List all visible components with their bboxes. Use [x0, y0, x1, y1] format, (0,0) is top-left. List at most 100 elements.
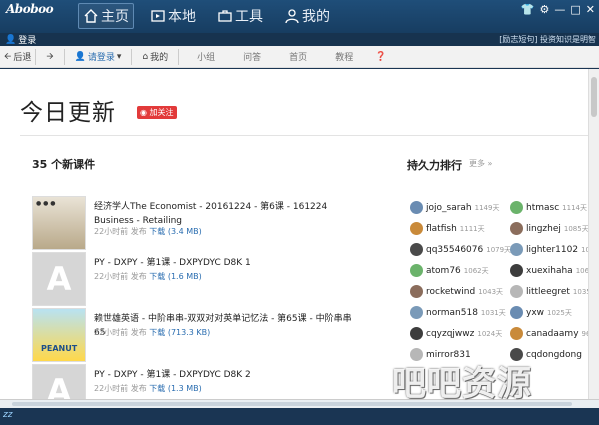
rank-user-name[interactable]: lighter1102	[526, 245, 578, 255]
course-thumbnail[interactable]: PEANUT	[32, 308, 86, 362]
avatar[interactable]	[510, 264, 523, 277]
rank-score: 1043天	[478, 287, 504, 296]
main-content: 今日更新 ◉ 加关注 35 个新课件 ● ● ● 经济学人The Economi…	[0, 69, 588, 399]
gear-icon[interactable]: ⚙	[540, 3, 550, 16]
forward-button[interactable]: 🡪	[36, 49, 63, 65]
course-meta: 22小时前 发布 下载 (713.3 KB)	[94, 327, 210, 338]
tab-local[interactable]: 本地	[146, 3, 200, 29]
avatar[interactable]	[410, 327, 423, 340]
rank-user-name[interactable]: canadaamy	[526, 329, 579, 339]
avatar[interactable]	[510, 285, 523, 298]
download-link[interactable]: 下载	[149, 384, 165, 393]
tab-home-label: 主页	[101, 9, 129, 25]
follow-button[interactable]: ◉ 加关注	[137, 106, 177, 119]
rank-user-name[interactable]: lingzhej	[526, 224, 561, 234]
person-icon: 👤	[74, 51, 86, 62]
rank-user-name[interactable]: rocketwind	[426, 287, 475, 297]
tab-mine[interactable]: 我的	[280, 3, 334, 29]
course-thumbnail[interactable]: A	[32, 364, 86, 399]
avatar[interactable]	[410, 264, 423, 277]
motto-notice[interactable]: [励志短句] 投资知识是明智	[499, 34, 596, 45]
rank-item[interactable]: rocketwind 1043天	[410, 285, 503, 298]
divider	[20, 135, 588, 136]
vertical-scrollbar[interactable]	[588, 69, 599, 399]
rank-more-link[interactable]: 更多 »	[469, 158, 492, 169]
login-dropdown[interactable]: 👤 请登录 ▾	[65, 50, 132, 64]
link-qa[interactable]: 问答	[229, 50, 275, 63]
link-tutorial[interactable]: 教程	[321, 50, 367, 63]
rank-user-name[interactable]: cqdongdong	[526, 350, 582, 360]
avatar[interactable]	[410, 285, 423, 298]
rank-score: 1149天	[474, 203, 500, 212]
download-link[interactable]: 下载	[149, 328, 165, 337]
mine-label: 我的	[150, 53, 169, 63]
rank-user-name[interactable]: flatfish	[426, 224, 457, 234]
rank-item[interactable]: htmasc 1114天	[510, 201, 587, 214]
rank-item[interactable]: flatfish 1111天	[410, 222, 485, 235]
link-groups[interactable]: 小组	[179, 50, 229, 63]
rank-item[interactable]: jojo_sarah 1149天	[410, 201, 499, 214]
status-bar: zz	[0, 408, 599, 425]
scroll-thumb[interactable]	[591, 77, 597, 117]
rank-item[interactable]: cqyzqjwwz 1024天	[410, 327, 502, 340]
rank-item[interactable]: atom76 1062天	[410, 264, 489, 277]
book-cover-art: PEANUT	[41, 344, 78, 353]
rank-user-name[interactable]: atom76	[426, 266, 461, 276]
rank-user-name[interactable]: jojo_sarah	[426, 203, 472, 213]
help-icon[interactable]: ❓	[367, 52, 394, 62]
rank-item[interactable]: yxw 1025天	[510, 306, 572, 319]
avatar[interactable]	[410, 201, 423, 214]
rank-user-name[interactable]: qq35546076	[426, 245, 483, 255]
maximize-icon[interactable]: □	[570, 3, 580, 16]
rank-item[interactable]: qq35546076 1079天	[410, 243, 511, 256]
avatar[interactable]	[510, 201, 523, 214]
rank-item[interactable]: canadaamy969天	[510, 327, 588, 340]
download-link[interactable]: 下载	[149, 272, 165, 281]
rank-score: 1111天	[459, 224, 485, 233]
course-meta: 22小时前 发布 下载 (1.6 MB)	[94, 271, 202, 282]
sleep-icon[interactable]: zz	[3, 410, 12, 420]
course-title[interactable]: PY - DXPY - 第1课 - DXPYDYC D8K 1	[94, 256, 364, 270]
rank-user-name[interactable]: littleegret	[526, 287, 570, 297]
avatar[interactable]	[510, 327, 523, 340]
minimize-icon[interactable]: —	[554, 3, 565, 16]
rank-user-name[interactable]: norman518	[426, 308, 478, 318]
rank-item[interactable]: norman518 1031天	[410, 306, 506, 319]
tab-home[interactable]: 主页	[78, 3, 134, 29]
rank-score: 1062天	[463, 266, 489, 275]
shirt-icon[interactable]: 👕	[521, 3, 535, 16]
rank-user-name[interactable]: yxw	[526, 308, 544, 318]
rank-score: 1079天	[486, 245, 512, 254]
avatar[interactable]	[410, 243, 423, 256]
rank-user-name[interactable]: htmasc	[526, 203, 559, 213]
course-thumbnail[interactable]: ● ● ●	[32, 196, 86, 250]
close-icon[interactable]: ✕	[586, 3, 595, 16]
login-link[interactable]: 👤 登录	[5, 33, 37, 47]
rank-item[interactable]: littleegret1035天	[510, 285, 588, 298]
course-title[interactable]: PY - DXPY - 第1课 - DXPYDYC D8K 2	[94, 368, 364, 382]
mine-button[interactable]: ⌂ 我的	[132, 50, 178, 64]
rank-item[interactable]: lighter11021064天	[510, 243, 588, 256]
rank-item[interactable]: lingzhej 1085天	[510, 222, 588, 235]
page-title: 今日更新	[20, 100, 116, 126]
arrow-left-icon: 🡨	[4, 51, 12, 62]
login-label: 登录	[18, 36, 37, 46]
avatar[interactable]	[510, 243, 523, 256]
course-time: 22小时前 发布	[94, 328, 147, 337]
course-thumbnail[interactable]: A	[32, 252, 86, 306]
course-time: 22小时前 发布	[94, 384, 147, 393]
download-link[interactable]: 下载	[149, 227, 165, 236]
link-home[interactable]: 首页	[275, 50, 321, 63]
rank-user-name[interactable]: xuexihaha	[526, 266, 573, 276]
tab-tools[interactable]: 工具	[213, 3, 267, 29]
media-icon	[151, 10, 165, 22]
avatar[interactable]	[410, 222, 423, 235]
rank-user-name[interactable]: cqyzqjwwz	[426, 329, 474, 339]
course-title[interactable]: 经济学人The Economist - 20161224 - 第6课 - 161…	[94, 200, 364, 228]
avatar[interactable]	[510, 306, 523, 319]
avatar[interactable]	[410, 306, 423, 319]
rank-item[interactable]: xuexihaha1061天	[510, 264, 588, 277]
back-button[interactable]: 🡨 后退	[0, 49, 35, 65]
watermark-text: 吧吧资源	[392, 364, 532, 404]
avatar[interactable]	[510, 222, 523, 235]
